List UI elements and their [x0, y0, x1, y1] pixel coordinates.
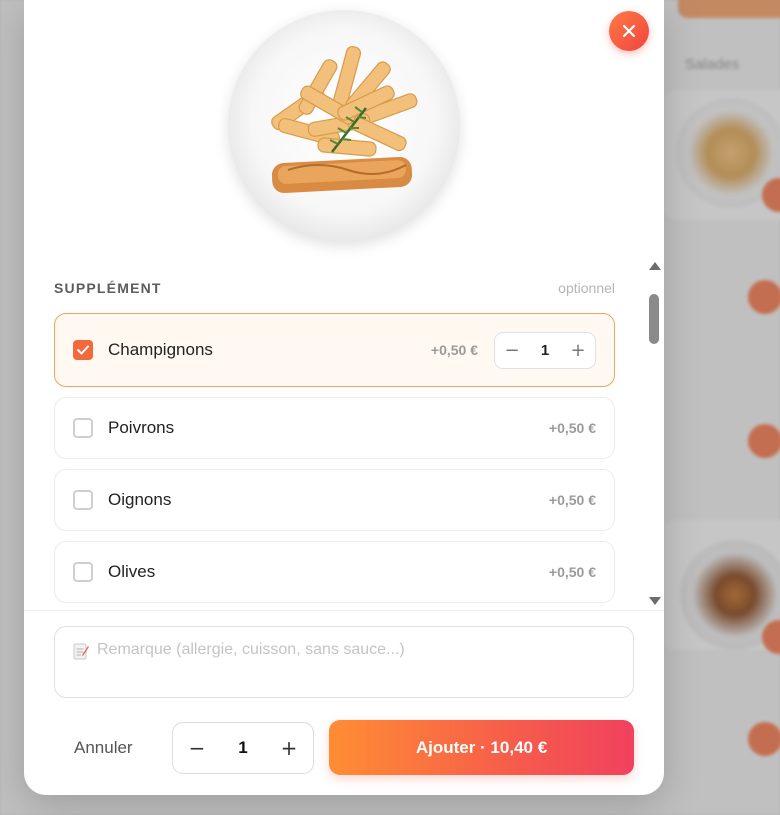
quantity-stepper: − 1 + — [172, 722, 314, 774]
option-champignons[interactable]: Champignons +0,50 € − 1 + — [54, 313, 615, 387]
checkbox[interactable] — [73, 418, 93, 438]
supplement-list-scroll[interactable]: SUPPLÉMENT optionnel Champignons +0,50 €… — [24, 262, 664, 610]
pasta-salmon-illustration — [271, 45, 418, 194]
section-header: SUPPLÉMENT optionnel — [54, 280, 615, 296]
scroll-up-arrow-icon[interactable] — [649, 262, 661, 270]
option-label: Poivrons — [108, 418, 175, 437]
option-label: Oignons — [108, 490, 172, 509]
option-price: +0,50 € — [430, 342, 478, 358]
quantity-value: 1 — [540, 341, 550, 359]
cancel-button[interactable]: Annuler — [54, 722, 158, 774]
checkbox[interactable] — [73, 340, 93, 360]
option-label: Olives — [108, 562, 156, 581]
option-poivrons[interactable]: Poivrons +0,50 € — [54, 397, 615, 459]
memo-icon — [73, 642, 89, 660]
decrement-button[interactable]: − — [173, 723, 221, 773]
checkmark-icon — [77, 345, 89, 355]
close-button[interactable] — [609, 11, 649, 51]
scrollbar[interactable] — [644, 262, 664, 610]
optional-label: optionnel — [558, 280, 615, 296]
scroll-down-arrow-icon[interactable] — [649, 597, 661, 605]
quantity-value: 1 — [238, 738, 248, 757]
close-icon — [622, 24, 636, 38]
option-price: +0,50 € — [548, 420, 596, 436]
increment-button[interactable]: + — [561, 333, 595, 368]
decrement-button[interactable]: − — [495, 333, 529, 368]
checkbox[interactable] — [73, 562, 93, 582]
divider — [24, 610, 664, 611]
checkbox[interactable] — [73, 490, 93, 510]
option-olives[interactable]: Olives +0,50 € — [54, 541, 615, 603]
remark-field[interactable] — [54, 626, 634, 698]
increment-button[interactable]: + — [265, 723, 313, 773]
option-quantity-stepper: − 1 + — [494, 331, 596, 369]
supplement-modal: SUPPLÉMENT optionnel Champignons +0,50 €… — [24, 0, 664, 795]
dish-image — [228, 10, 460, 242]
option-label: Champignons — [108, 340, 213, 359]
section-title: SUPPLÉMENT — [54, 280, 162, 296]
option-price: +0,50 € — [548, 564, 596, 580]
remark-input[interactable] — [97, 641, 615, 659]
scrollbar-thumb[interactable] — [649, 294, 659, 344]
option-price: +0,50 € — [548, 492, 596, 508]
option-oignons[interactable]: Oignons +0,50 € — [54, 469, 615, 531]
add-to-cart-button[interactable]: Ajouter · 10,40 € — [329, 720, 634, 775]
